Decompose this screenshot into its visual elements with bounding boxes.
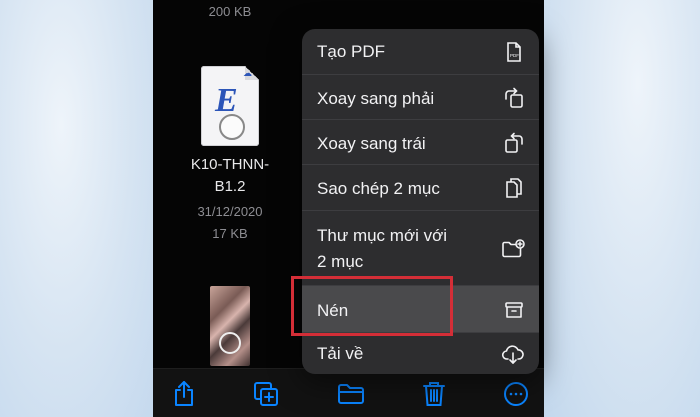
background-right [544,0,700,417]
menu-item-rotate-right[interactable]: Xoay sang phải [302,74,539,120]
file-size-label: 200 KB [208,4,252,19]
file-size: 17 KB [212,226,248,241]
selection-circle-icon [219,114,245,140]
file-name[interactable]: K10-THNN- B1.2 [153,154,307,198]
menu-item-copy-items[interactable]: Sao chép 2 mục [302,164,539,211]
rotate-left-icon [505,132,523,153]
menu-item-create-pdf[interactable]: Tạo PDF PDF [302,29,539,74]
selection-circle-icon [219,332,241,354]
menu-item-new-folder-with-items[interactable]: Thư mục mới với 2 mục [302,210,539,286]
photo-thumbnail[interactable] [210,286,250,366]
cloud-badge-icon: ☁ [243,68,252,78]
document-thumbnail[interactable]: ☁ E [201,66,259,146]
new-folder-icon [502,239,525,258]
rotate-right-icon [505,87,523,108]
pdf-doc-icon: PDF [507,42,521,62]
svg-text:PDF: PDF [510,53,519,58]
highlight-annotation [291,276,453,336]
archive-box-icon [505,302,523,318]
copy-docs-icon [506,178,522,198]
share-icon[interactable] [169,379,199,409]
trash-icon[interactable] [419,379,449,409]
menu-item-download[interactable]: Tải về [302,332,539,374]
folder-icon[interactable] [336,379,366,409]
background-left [0,0,153,417]
file-date: 31/12/2020 [197,204,263,219]
cloud-download-icon [501,345,524,364]
bottom-toolbar [153,368,544,417]
menu-item-rotate-left[interactable]: Xoay sang trái [302,119,539,165]
more-icon[interactable] [501,379,531,409]
duplicate-icon[interactable] [251,379,281,409]
